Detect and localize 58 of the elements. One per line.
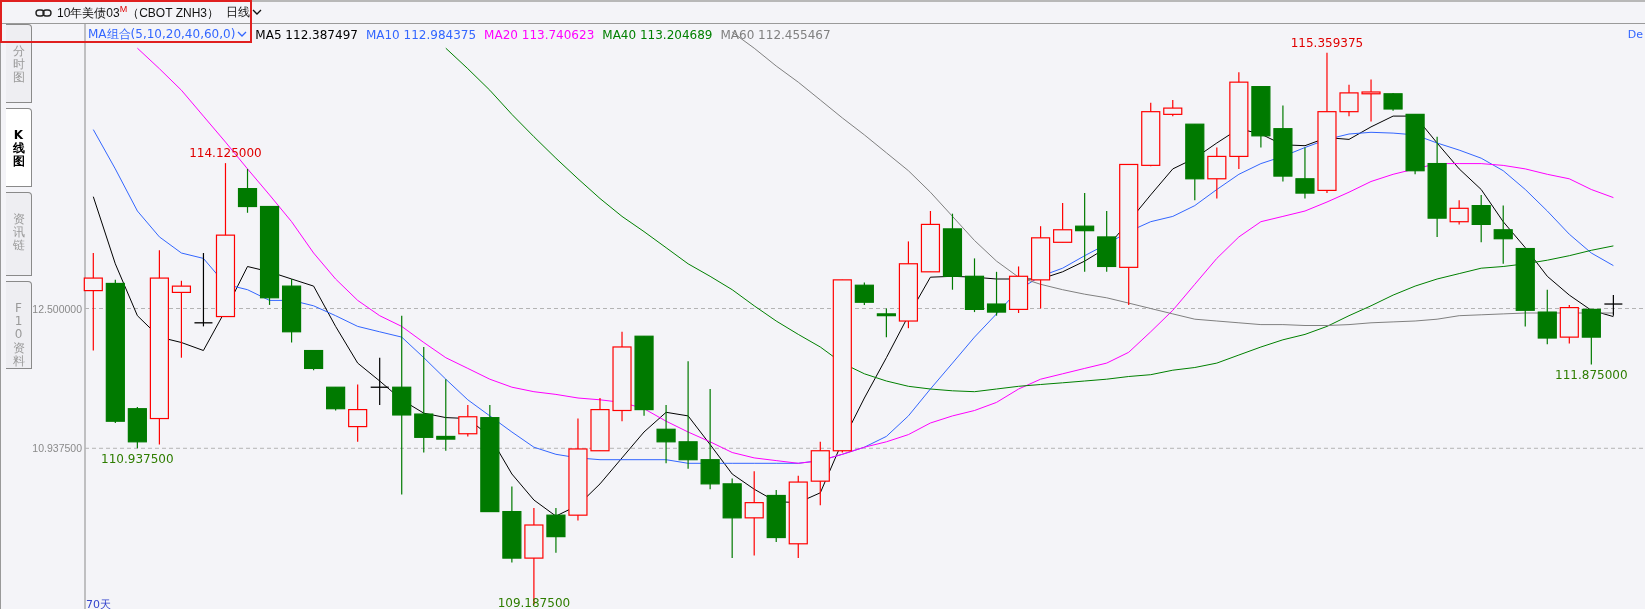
side-tab[interactable]: 资讯链 — [6, 192, 32, 276]
indicator-dropdown[interactable]: MA组合(5,10,20,40,60,0) — [88, 26, 248, 43]
candlestick — [1471, 194, 1491, 243]
candlestick — [920, 210, 941, 273]
candlestick — [656, 404, 676, 464]
candlestick — [1559, 304, 1579, 344]
candlestick — [1141, 102, 1161, 167]
side-tab[interactable]: 分时图 — [6, 24, 32, 103]
price-label: 115.359375 — [1290, 35, 1364, 50]
candlestick — [1097, 210, 1117, 273]
candlestick — [1449, 199, 1469, 225]
period-dropdown[interactable]: 日线 — [224, 4, 264, 21]
candlestick — [370, 357, 390, 406]
candlestick — [590, 397, 610, 452]
side-tab[interactable]: F10资料 — [6, 281, 32, 369]
instrument-title: 10年美债03$^{M}$（CBOT ZNH3） — [57, 3, 219, 22]
candlestick — [1361, 78, 1381, 123]
candlestick — [1537, 289, 1557, 345]
chevron-down-icon — [237, 31, 248, 38]
candlestick — [964, 257, 985, 313]
candlestick — [1339, 84, 1359, 117]
price-label: 111.875000 — [1555, 368, 1628, 383]
candlestick — [810, 441, 830, 506]
candlestick — [766, 489, 786, 543]
link-icon — [35, 8, 52, 17]
candlestick — [326, 386, 346, 412]
moving-average-legend: MA20 113.740623 — [484, 27, 595, 42]
candlestick — [546, 507, 566, 554]
moving-average-legend: MA10 112.984375 — [365, 27, 477, 42]
chevron-down-icon — [252, 9, 262, 16]
candlestick — [1251, 86, 1271, 149]
candlestick — [1405, 113, 1425, 175]
candlestick — [986, 271, 1007, 317]
candlestick — [1053, 202, 1073, 243]
candlestick — [1207, 146, 1227, 200]
candlestick — [1383, 92, 1403, 112]
candlestick — [1008, 265, 1029, 314]
axis-label: 12.500000 — [32, 302, 82, 315]
axis-label: 10.937500 — [32, 442, 82, 455]
candlestick — [854, 281, 874, 306]
candlestick — [304, 349, 324, 371]
candlestick — [876, 307, 896, 338]
period-count-label: 70天 — [86, 598, 111, 609]
candlestick — [458, 404, 478, 438]
candlestick — [348, 383, 368, 443]
moving-average-legend: MA5 112.387497 — [255, 27, 358, 42]
price-label: 114.125000 — [189, 146, 262, 161]
candlestick — [1163, 99, 1183, 117]
candlestick — [1295, 146, 1315, 200]
price-label: 109.187500 — [497, 596, 571, 609]
side-tab[interactable]: K线图 — [6, 108, 32, 187]
price-label: 110.937500 — [101, 452, 174, 467]
corner-label: De — [1627, 28, 1643, 41]
candlestick — [127, 406, 147, 449]
candlestick — [1603, 294, 1623, 317]
candlestick — [1581, 308, 1601, 366]
moving-average-legend: MA40 113.204689 — [602, 27, 713, 42]
candlestick — [1493, 205, 1513, 265]
